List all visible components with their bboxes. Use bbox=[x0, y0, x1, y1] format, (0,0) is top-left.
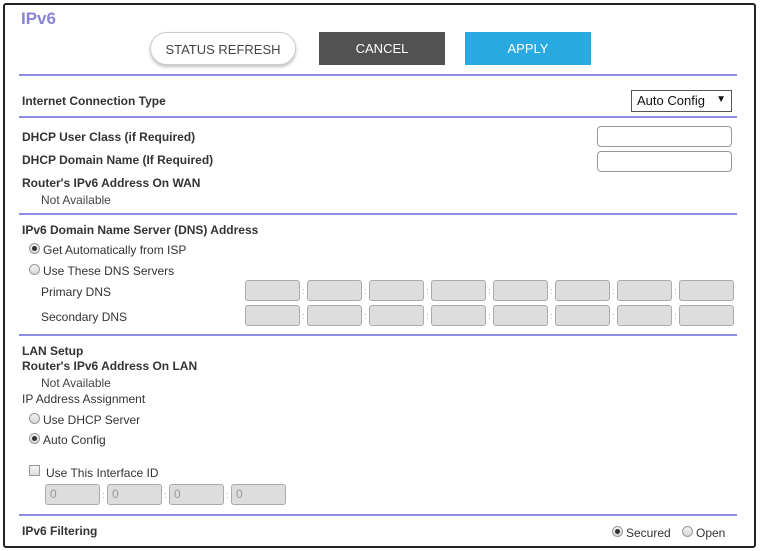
interface-id-field[interactable]: 0 bbox=[45, 484, 100, 505]
secondary-dns-octet[interactable] bbox=[493, 305, 548, 326]
ipv6-settings-panel: IPv6 STATUS REFRESH CANCEL APPLY Interne… bbox=[3, 3, 756, 548]
lan-dhcp-label: Use DHCP Server bbox=[43, 413, 141, 427]
dns-manual-radio[interactable] bbox=[29, 264, 40, 275]
dns-separator: : bbox=[488, 286, 491, 296]
connection-type-value: Auto Config bbox=[637, 93, 705, 108]
dns-heading: IPv6 Domain Name Server (DNS) Address bbox=[22, 223, 259, 237]
section-divider bbox=[19, 213, 737, 215]
dhcp-user-class-label: DHCP User Class (if Required) bbox=[22, 130, 196, 144]
dns-separator: : bbox=[488, 311, 491, 321]
primary-dns-octet[interactable] bbox=[245, 280, 300, 301]
section-divider bbox=[19, 334, 737, 336]
ip-assignment-label: IP Address Assignment bbox=[22, 392, 146, 406]
page-title: IPv6 bbox=[21, 9, 56, 28]
primary-dns-octet[interactable] bbox=[617, 280, 672, 301]
lan-address-value: Not Available bbox=[41, 376, 111, 390]
ipv6-filtering-label: IPv6 Filtering bbox=[22, 524, 98, 538]
dns-separator: : bbox=[302, 311, 305, 321]
chevron-down-icon: ▼ bbox=[716, 94, 726, 105]
status-refresh-button[interactable]: STATUS REFRESH bbox=[150, 32, 296, 65]
section-divider bbox=[19, 116, 737, 118]
interface-id-checkbox[interactable] bbox=[29, 465, 40, 476]
secondary-dns-octet[interactable] bbox=[245, 305, 300, 326]
interface-id-label: Use This Interface ID bbox=[46, 466, 159, 480]
dns-auto-label: Get Automatically from ISP bbox=[43, 243, 187, 257]
connection-type-select[interactable]: Auto Config ▼ bbox=[631, 90, 732, 112]
interface-id-field[interactable]: 0 bbox=[169, 484, 224, 505]
primary-dns-label: Primary DNS bbox=[41, 285, 112, 299]
wan-address-value: Not Available bbox=[41, 193, 111, 207]
secondary-dns-label: Secondary DNS bbox=[41, 310, 128, 324]
filtering-secured-radio[interactable] bbox=[612, 526, 623, 537]
primary-dns-octet[interactable] bbox=[555, 280, 610, 301]
dhcp-domain-name-input[interactable] bbox=[597, 151, 732, 172]
secondary-dns-octet[interactable] bbox=[369, 305, 424, 326]
dns-separator: : bbox=[674, 311, 677, 321]
lan-auto-config-radio[interactable] bbox=[29, 433, 40, 444]
interface-id-field[interactable]: 0 bbox=[107, 484, 162, 505]
primary-dns-octet[interactable] bbox=[493, 280, 548, 301]
dns-separator: : bbox=[674, 286, 677, 296]
lan-dhcp-radio[interactable] bbox=[29, 413, 40, 424]
connection-type-label: Internet Connection Type bbox=[22, 94, 166, 108]
apply-button[interactable]: APPLY bbox=[465, 32, 591, 65]
dns-separator: : bbox=[426, 286, 429, 296]
primary-dns-octet[interactable] bbox=[307, 280, 362, 301]
interface-id-separator: : bbox=[164, 490, 167, 500]
filtering-open-label: Open bbox=[696, 526, 726, 540]
dns-separator: : bbox=[426, 311, 429, 321]
secondary-dns-octet[interactable] bbox=[307, 305, 362, 326]
dns-separator: : bbox=[550, 311, 553, 321]
secondary-dns-octet[interactable] bbox=[679, 305, 734, 326]
secondary-dns-octet[interactable] bbox=[555, 305, 610, 326]
dns-separator: : bbox=[364, 311, 367, 321]
dns-auto-radio[interactable] bbox=[29, 243, 40, 254]
interface-id-separator: : bbox=[226, 490, 229, 500]
dns-separator: : bbox=[550, 286, 553, 296]
primary-dns-octet[interactable] bbox=[679, 280, 734, 301]
primary-dns-octet[interactable] bbox=[431, 280, 486, 301]
dns-manual-label: Use These DNS Servers bbox=[43, 264, 175, 278]
primary-dns-octet[interactable] bbox=[369, 280, 424, 301]
wan-address-label: Router's IPv6 Address On WAN bbox=[22, 176, 201, 190]
interface-id-separator: : bbox=[102, 490, 105, 500]
section-divider bbox=[19, 514, 737, 516]
secondary-dns-octet[interactable] bbox=[431, 305, 486, 326]
dns-separator: : bbox=[612, 286, 615, 296]
dns-separator: : bbox=[612, 311, 615, 321]
dns-separator: : bbox=[364, 286, 367, 296]
secondary-dns-octet[interactable] bbox=[617, 305, 672, 326]
interface-id-field[interactable]: 0 bbox=[231, 484, 286, 505]
filtering-open-radio[interactable] bbox=[682, 526, 693, 537]
dhcp-user-class-input[interactable] bbox=[597, 126, 732, 147]
lan-address-label: Router's IPv6 Address On LAN bbox=[22, 359, 198, 373]
dhcp-domain-name-label: DHCP Domain Name (If Required) bbox=[22, 153, 214, 167]
filtering-secured-label: Secured bbox=[626, 526, 671, 540]
cancel-button[interactable]: CANCEL bbox=[319, 32, 445, 65]
lan-auto-config-label: Auto Config bbox=[43, 433, 106, 447]
dns-separator: : bbox=[302, 286, 305, 296]
lan-setup-heading: LAN Setup bbox=[22, 344, 84, 358]
section-divider bbox=[19, 74, 737, 76]
